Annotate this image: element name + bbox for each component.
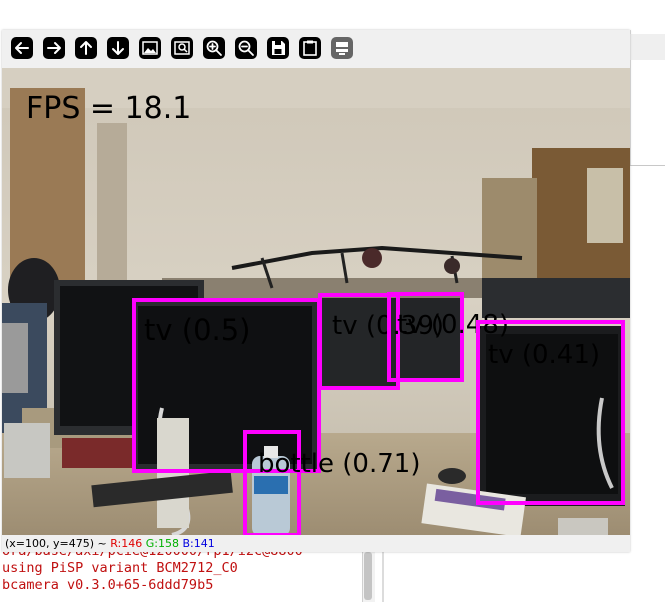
pixel-red-value: R:146 — [110, 537, 143, 550]
equipment — [2, 323, 28, 393]
floppy-disk-icon — [267, 37, 289, 59]
zoom-fit-button[interactable] — [170, 36, 194, 60]
camera-viewport[interactable]: FPS = 18.1 tv (0.5) tv (0.39) tv (0.48) … — [2, 68, 630, 535]
pan-left-button[interactable] — [10, 36, 34, 60]
pixel-green-value: G:158 — [145, 537, 179, 550]
pixel-blue-value: B:141 — [182, 537, 215, 550]
status-separator: ~ — [94, 537, 111, 550]
cabinet-glass — [587, 168, 623, 243]
camera-frame: FPS = 18.1 tv (0.5) tv (0.39) tv (0.48) … — [2, 68, 630, 535]
equipment — [4, 423, 50, 478]
detection-label: tv (0.48) — [397, 310, 509, 340]
terminal-line: ora/base/axi/pcie@120000/rp1/i2c@8800 — [0, 552, 362, 560]
equipment — [62, 438, 132, 468]
status-bar: (x=100, y=475) ~ R:146 G:158 B:141 — [2, 535, 630, 552]
terminal-line: using PiSP variant BCM2712_C0 — [2, 560, 238, 576]
desktop-background — [0, 0, 665, 30]
zoom-out-button[interactable] — [234, 36, 258, 60]
copy-button[interactable] — [298, 36, 322, 60]
detection-label: tv (0.5) — [144, 313, 251, 347]
toolbar — [2, 30, 630, 68]
pan-up-button[interactable] — [74, 36, 98, 60]
zoom-in-button[interactable] — [202, 36, 226, 60]
shelf — [482, 178, 537, 278]
terminal-line: bcamera v0.3.0+65-6ddd79b5 — [2, 577, 214, 593]
arrow-up-icon — [75, 37, 97, 59]
mouse — [438, 468, 466, 484]
zoom-out-icon — [235, 37, 257, 59]
arrow-down-icon — [107, 37, 129, 59]
desk-object — [558, 518, 608, 535]
cursor-coordinates: (x=100, y=475) — [5, 537, 95, 550]
zoom-in-icon — [203, 37, 225, 59]
detection-label: bottle (0.71) — [258, 449, 420, 479]
background-panel — [630, 166, 665, 602]
detection-label: tv (0.41) — [488, 340, 600, 370]
pan-down-button[interactable] — [106, 36, 130, 60]
save-button[interactable] — [266, 36, 290, 60]
image-zoom-icon — [171, 37, 193, 59]
opencv-window: FPS = 18.1 tv (0.5) tv (0.39) tv (0.48) … — [2, 30, 630, 552]
drone-motor — [444, 258, 460, 274]
terminal-scrollbar-thumb[interactable] — [364, 552, 372, 600]
pan-right-button[interactable] — [42, 36, 66, 60]
image-icon — [139, 37, 161, 59]
properties-button[interactable] — [330, 36, 354, 60]
background-window-header — [630, 34, 665, 60]
arrow-left-icon — [11, 37, 33, 59]
drone-motor — [362, 248, 382, 268]
terminal-output: ora/base/axi/pcie@120000/rp1/i2c@8800 us… — [0, 552, 362, 602]
clipboard-icon — [299, 37, 321, 59]
arrow-right-icon — [43, 37, 65, 59]
properties-icon — [331, 37, 353, 59]
fps-text: FPS = 18.1 — [26, 91, 191, 126]
pane-divider[interactable] — [382, 552, 384, 602]
zoom-original-button[interactable] — [138, 36, 162, 60]
